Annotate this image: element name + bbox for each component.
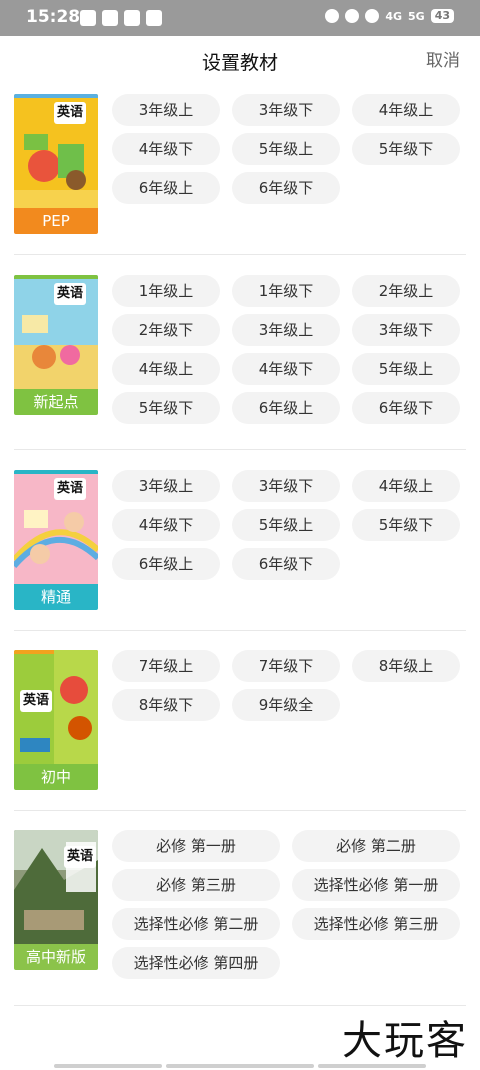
- bluetooth-icon: [365, 9, 380, 23]
- grade-pill[interactable]: 8年级下: [112, 689, 220, 721]
- cover-title: 英语: [54, 102, 86, 124]
- book-caption: 高中新版: [14, 944, 98, 970]
- book-section-jingtong: 英语 精通 3年级上 3年级下 4年级上 4年级下 5年级上 5年级下 6年级上…: [14, 470, 466, 610]
- grade-pill[interactable]: 8年级上: [352, 650, 460, 682]
- grade-pill[interactable]: 6年级下: [232, 172, 340, 204]
- book-section-xinqidian: 英语 新起点 1年级上 1年级下 2年级上 2年级下 3年级上 3年级下 4年级…: [14, 275, 466, 424]
- telegram-icon: [146, 10, 162, 26]
- grade-pill[interactable]: 选择性必修 第二册: [112, 908, 280, 940]
- status-time: 15:28: [26, 7, 81, 27]
- grade-pill[interactable]: 1年级上: [112, 275, 220, 307]
- grade-pill[interactable]: 6年级下: [352, 392, 460, 424]
- grade-pill[interactable]: 3年级下: [232, 470, 340, 502]
- grade-pill[interactable]: 3年级上: [112, 470, 220, 502]
- grade-pill[interactable]: 4年级下: [112, 133, 220, 165]
- game-icon: [80, 10, 96, 26]
- grade-pill[interactable]: 选择性必修 第四册: [112, 947, 280, 979]
- page-title: 设置教材: [201, 52, 278, 74]
- section-divider: [14, 449, 466, 450]
- grade-pill[interactable]: 6年级上: [112, 548, 220, 580]
- grade-pill[interactable]: 必修 第二册: [292, 830, 460, 862]
- grade-pill[interactable]: 5年级上: [232, 133, 340, 165]
- book-cover-chuzhong[interactable]: 英语 初中: [14, 650, 98, 790]
- book-cover-jingtong[interactable]: 英语 精通: [14, 470, 98, 610]
- alarm-icon: [325, 9, 340, 23]
- network-4g-label: 4G: [385, 9, 402, 23]
- grade-pill[interactable]: 5年级上: [352, 353, 460, 385]
- grade-pill[interactable]: 2年级上: [352, 275, 460, 307]
- book-caption: 新起点: [14, 389, 98, 415]
- book-caption: 精通: [14, 584, 98, 610]
- grade-pill[interactable]: 4年级下: [112, 509, 220, 541]
- grade-pill[interactable]: 必修 第三册: [112, 869, 280, 901]
- nav-indicator: [166, 1064, 314, 1068]
- grade-pill[interactable]: 6年级上: [112, 172, 220, 204]
- section-divider: [14, 630, 466, 631]
- book-section-chuzhong: 英语 初中 7年级上 7年级下 8年级上 8年级下 9年级全: [14, 650, 466, 790]
- section-divider: [14, 1005, 466, 1006]
- book-cover-xinqidian[interactable]: 英语 新起点: [14, 275, 98, 415]
- nav-indicator: [54, 1064, 162, 1068]
- book-section-gaozhong: 英语 高中新版 必修 第一册 必修 第二册 必修 第三册 选择性必修 第一册 选…: [14, 830, 466, 990]
- watermark: 大玩客: [342, 1018, 468, 1064]
- book-caption: PEP: [14, 208, 98, 234]
- grade-pill[interactable]: 3年级上: [232, 314, 340, 346]
- grade-pill[interactable]: 3年级下: [232, 94, 340, 126]
- mute-icon: [345, 9, 360, 23]
- grade-pill[interactable]: 6年级下: [232, 548, 340, 580]
- mail-icon: [102, 10, 118, 26]
- cover-title: 英语: [54, 283, 86, 305]
- grade-pill[interactable]: 4年级下: [232, 353, 340, 385]
- grade-pill[interactable]: 4年级上: [352, 94, 460, 126]
- grade-pill[interactable]: 6年级上: [232, 392, 340, 424]
- grade-pill[interactable]: 7年级上: [112, 650, 220, 682]
- cover-title: 英语: [20, 690, 52, 712]
- book-section-pep: 英语 PEP 3年级上 3年级下 4年级上 4年级下 5年级上 5年级下 6年级…: [14, 94, 466, 234]
- grade-pill[interactable]: 选择性必修 第一册: [292, 869, 460, 901]
- grade-pill[interactable]: 3年级上: [112, 94, 220, 126]
- grade-pill[interactable]: 4年级上: [112, 353, 220, 385]
- notification-icons: [80, 10, 162, 26]
- grade-pill[interactable]: 5年级下: [352, 509, 460, 541]
- grade-pill[interactable]: 1年级下: [232, 275, 340, 307]
- grade-pill[interactable]: 5年级上: [232, 509, 340, 541]
- battery-icon: 43: [430, 9, 454, 23]
- grade-pill[interactable]: 4年级上: [352, 470, 460, 502]
- status-bar: 15:28 4G 5G 43: [0, 0, 480, 36]
- cover-title: 英语: [64, 846, 96, 868]
- network-5g-label: 5G: [408, 9, 425, 23]
- grade-pill[interactable]: 3年级下: [352, 314, 460, 346]
- section-divider: [14, 254, 466, 255]
- grade-pill[interactable]: 7年级下: [232, 650, 340, 682]
- cancel-button[interactable]: 取消: [426, 46, 460, 71]
- book-cover-gaozhong[interactable]: 英语 高中新版: [14, 830, 98, 970]
- grade-pill[interactable]: 9年级全: [232, 689, 340, 721]
- cover-title: 英语: [54, 478, 86, 500]
- section-divider: [14, 810, 466, 811]
- book-caption: 初中: [14, 764, 98, 790]
- grade-pill[interactable]: 2年级下: [112, 314, 220, 346]
- page-header: 设置教材 取消: [0, 36, 480, 86]
- nav-indicator: [318, 1064, 426, 1068]
- grade-pill[interactable]: 5年级下: [352, 133, 460, 165]
- book-cover-pep[interactable]: 英语 PEP: [14, 94, 98, 234]
- grade-pill[interactable]: 选择性必修 第三册: [292, 908, 460, 940]
- grade-pill[interactable]: 5年级下: [112, 392, 220, 424]
- app-icon: [124, 10, 140, 26]
- grade-pill[interactable]: 必修 第一册: [112, 830, 280, 862]
- system-icons: 4G 5G 43: [325, 9, 454, 23]
